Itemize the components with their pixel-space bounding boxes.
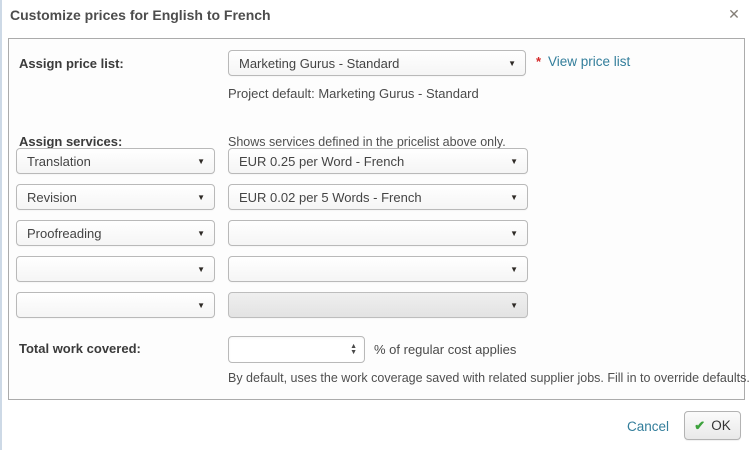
view-price-list-link[interactable]: View price list [548, 54, 630, 69]
work-covered-input[interactable] [229, 342, 350, 357]
chevron-down-icon: ▼ [510, 301, 518, 310]
dialog-left-edge [0, 0, 2, 450]
price-list-dropdown[interactable]: Marketing Gurus - Standard ▼ [228, 50, 526, 76]
chevron-down-icon: ▼ [197, 301, 205, 310]
chevron-down-icon: ▼ [197, 265, 205, 274]
service-value: Translation [27, 154, 91, 169]
chevron-down-icon: ▼ [197, 157, 205, 166]
service-dropdown-3[interactable]: Proofreading ▼ [16, 220, 215, 246]
price-dropdown-2[interactable]: EUR 0.02 per 5 Words - French ▼ [228, 184, 528, 210]
price-dropdown-4[interactable]: ▼ [228, 256, 528, 282]
chevron-down-icon: ▼ [510, 193, 518, 202]
price-value: EUR 0.02 per 5 Words - French [239, 190, 422, 205]
price-dropdown-3[interactable]: ▼ [228, 220, 528, 246]
cancel-button[interactable]: Cancel [627, 419, 669, 434]
check-icon: ✔ [694, 418, 705, 434]
chevron-down-icon: ▼ [197, 193, 205, 202]
price-list-selected-value: Marketing Gurus - Standard [239, 56, 399, 71]
service-dropdown-1[interactable]: Translation ▼ [16, 148, 215, 174]
service-dropdown-5[interactable]: ▼ [16, 292, 215, 318]
required-asterisk: * [536, 54, 541, 69]
chevron-down-icon: ▼ [510, 229, 518, 238]
work-covered-spinner: ▲ ▼ [228, 336, 365, 363]
chevron-down-icon: ▼ [510, 265, 518, 274]
services-label: Assign services: [19, 134, 122, 149]
price-value: EUR 0.25 per Word - French [239, 154, 404, 169]
work-covered-suffix: % of regular cost applies [374, 342, 516, 357]
service-dropdown-4[interactable]: ▼ [16, 256, 215, 282]
work-covered-label: Total work covered: [19, 341, 141, 356]
service-dropdown-2[interactable]: Revision ▼ [16, 184, 215, 210]
project-default-text: Project default: Marketing Gurus - Stand… [228, 86, 479, 101]
ok-button-label: OK [711, 418, 731, 433]
spinner-arrows[interactable]: ▲ ▼ [350, 344, 364, 356]
work-covered-note: By default, uses the work coverage saved… [228, 371, 750, 385]
chevron-down-icon: ▼ [508, 59, 516, 68]
form-panel: Assign price list: Marketing Gurus - Sta… [8, 38, 745, 400]
chevron-down-icon: ▼ [510, 157, 518, 166]
services-hint: Shows services defined in the pricelist … [228, 135, 506, 149]
price-dropdown-5-disabled: ▼ [228, 292, 528, 318]
chevron-down-icon: ▼ [197, 229, 205, 238]
ok-button[interactable]: ✔ OK [684, 411, 741, 440]
price-dropdown-1[interactable]: EUR 0.25 per Word - French ▼ [228, 148, 528, 174]
service-value: Proofreading [27, 226, 101, 241]
service-value: Revision [27, 190, 77, 205]
close-icon[interactable]: ✕ [724, 4, 744, 24]
spinner-down-icon[interactable]: ▼ [350, 350, 357, 356]
price-list-label: Assign price list: [19, 56, 124, 71]
customize-prices-dialog: Customize prices for English to French ✕… [0, 0, 750, 450]
dialog-title: Customize prices for English to French [10, 7, 271, 23]
